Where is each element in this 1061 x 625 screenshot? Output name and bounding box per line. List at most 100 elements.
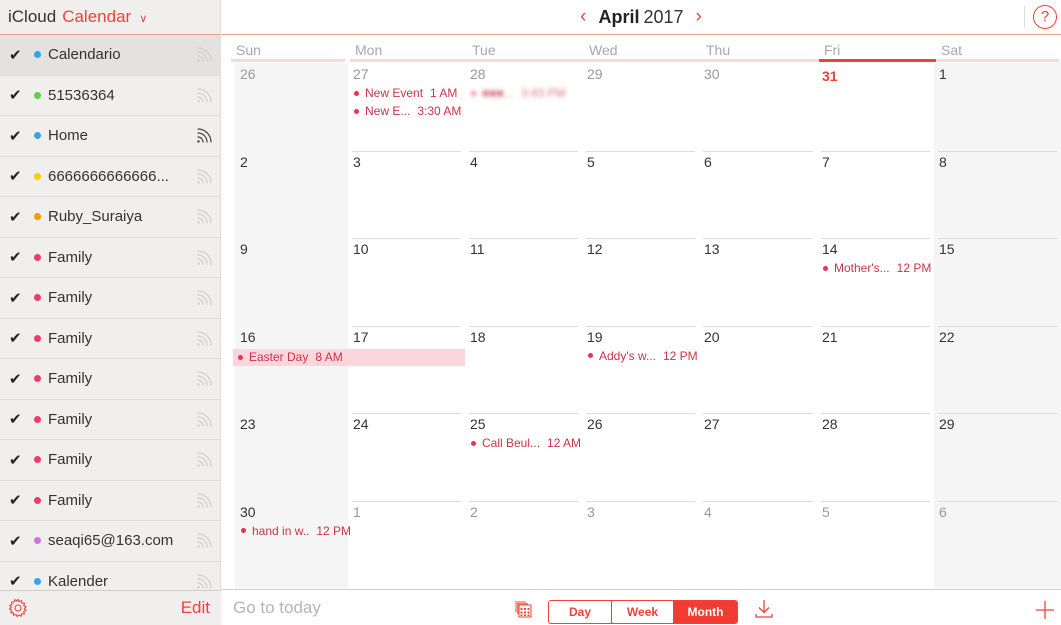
event-item[interactable]: Call Beul... 12 AM: [471, 436, 581, 450]
day-cell[interactable]: 25 Call Beul... 12 AM: [465, 413, 582, 501]
day-cell[interactable]: 6: [699, 150, 817, 239]
day-cell[interactable]: 7: [817, 150, 934, 239]
checkmark-icon[interactable]: ✔: [9, 248, 23, 266]
day-cell[interactable]: 20: [699, 325, 817, 414]
checkmark-icon[interactable]: ✔: [9, 86, 23, 104]
day-cell[interactable]: 6: [934, 500, 1061, 588]
day-cell[interactable]: 21: [817, 325, 934, 414]
day-cell[interactable]: 3: [348, 150, 465, 239]
share-icon[interactable]: [193, 531, 213, 551]
checkmark-icon[interactable]: ✔: [9, 289, 23, 307]
day-cell[interactable]: 30 hand in w.. 12 PM: [235, 500, 351, 588]
day-cell[interactable]: 28 ■■■... 3:43 PM: [465, 63, 582, 151]
checkmark-icon[interactable]: ✔: [9, 208, 23, 226]
checkmark-icon[interactable]: ✔: [9, 491, 23, 509]
day-cell[interactable]: 4: [465, 150, 582, 239]
day-cell[interactable]: 9: [235, 238, 348, 326]
calendar-item[interactable]: ✔ Home: [0, 116, 221, 157]
edit-button[interactable]: Edit: [181, 598, 210, 618]
day-cell[interactable]: 29: [582, 63, 699, 151]
share-icon[interactable]: [193, 248, 213, 268]
share-icon[interactable]: [193, 126, 213, 146]
share-icon[interactable]: [193, 329, 213, 349]
event-item[interactable]: Mother's... 12 PM: [823, 261, 931, 275]
share-icon[interactable]: [193, 207, 213, 227]
calendar-item[interactable]: ✔ Family: [0, 238, 221, 278]
checkmark-icon[interactable]: ✔: [9, 572, 23, 590]
checkmark-icon[interactable]: ✔: [9, 167, 23, 185]
share-icon[interactable]: [193, 572, 213, 591]
calendar-item[interactable]: ✔ Family: [0, 400, 221, 440]
day-cell[interactable]: 27 New Event 1 AM New E... 3:30 AM: [348, 63, 465, 151]
share-icon[interactable]: [193, 491, 213, 511]
calendar-item[interactable]: ✔ 6666666666666...: [0, 157, 221, 197]
day-cell[interactable]: 12: [582, 238, 699, 326]
app-title[interactable]: iCloud Calendar ∨: [0, 0, 220, 35]
day-cell[interactable]: 29: [934, 413, 1061, 501]
event-item[interactable]: ■■■... 3:43 PM: [471, 86, 565, 100]
day-cell[interactable]: 5: [582, 150, 699, 239]
share-icon[interactable]: [193, 450, 213, 470]
day-cell[interactable]: 10: [348, 238, 465, 326]
day-cell[interactable]: 24: [348, 413, 465, 501]
day-cell[interactable]: 30: [699, 63, 817, 151]
checkmark-icon[interactable]: ✔: [9, 370, 23, 388]
month-view-button[interactable]: Month: [674, 601, 737, 623]
checkmark-icon[interactable]: ✔: [9, 329, 23, 347]
day-cell[interactable]: 18: [465, 325, 582, 414]
calendar-item[interactable]: ✔ Family: [0, 319, 221, 359]
day-cell[interactable]: 22: [934, 325, 1061, 413]
week-view-button[interactable]: Week: [612, 601, 674, 623]
day-cell[interactable]: 17: [348, 325, 465, 414]
day-cell[interactable]: 26: [582, 413, 699, 501]
event-item[interactable]: hand in w.. 12 PM: [241, 524, 351, 538]
go-to-today-button[interactable]: Go to today: [233, 598, 321, 618]
add-event-icon[interactable]: [1035, 600, 1055, 620]
chevron-left-icon[interactable]: ‹: [568, 6, 598, 28]
gear-icon[interactable]: [8, 598, 28, 618]
multiday-event[interactable]: Easter Day 8 AM: [233, 348, 465, 366]
calendar-item[interactable]: ✔ Kalender: [0, 562, 221, 591]
day-cell[interactable]: 11: [465, 238, 582, 326]
day-cell[interactable]: 1: [934, 63, 1061, 151]
day-cell[interactable]: 26: [235, 63, 348, 151]
chevron-down-icon[interactable]: ∨: [139, 12, 147, 25]
event-item[interactable]: Addy's w... 12 PM: [588, 349, 698, 363]
calendar-item[interactable]: ✔ Calendario: [0, 35, 221, 76]
day-cell[interactable]: 28: [817, 413, 934, 501]
checkmark-icon[interactable]: ✔: [9, 410, 23, 428]
share-icon[interactable]: [193, 86, 213, 106]
checkmark-icon[interactable]: ✔: [9, 532, 23, 550]
event-item[interactable]: New Event 1 AM: [354, 86, 457, 100]
calendar-item[interactable]: ✔ seaqi65@163.com: [0, 521, 221, 562]
event-item[interactable]: New E... 3:30 AM: [354, 104, 461, 118]
day-cell[interactable]: 16: [235, 325, 348, 413]
calendar-item[interactable]: ✔ Family: [0, 278, 221, 319]
day-cell[interactable]: 2: [465, 500, 582, 589]
share-icon[interactable]: [193, 410, 213, 430]
share-icon[interactable]: [193, 288, 213, 308]
day-cell[interactable]: 15: [934, 238, 1061, 326]
share-icon[interactable]: [193, 45, 213, 65]
day-cell[interactable]: 4: [699, 500, 817, 589]
share-icon[interactable]: [193, 369, 213, 389]
calendar-item[interactable]: ✔ Family: [0, 481, 221, 521]
calendar-list-icon[interactable]: [514, 600, 532, 618]
day-cell[interactable]: 23: [235, 413, 348, 501]
chevron-right-icon[interactable]: ›: [684, 6, 714, 28]
day-cell[interactable]: 5: [817, 500, 934, 589]
calendar-item[interactable]: ✔ Ruby_Suraiya: [0, 197, 221, 238]
day-cell[interactable]: 14 Mother's... 12 PM: [817, 238, 934, 326]
help-icon[interactable]: ?: [1033, 5, 1057, 29]
day-cell[interactable]: 3: [582, 500, 699, 589]
share-icon[interactable]: [193, 167, 213, 187]
checkmark-icon[interactable]: ✔: [9, 451, 23, 469]
calendar-item[interactable]: ✔ Family: [0, 359, 221, 400]
calendar-item[interactable]: ✔ 51536364: [0, 76, 221, 116]
day-cell[interactable]: 27: [699, 413, 817, 501]
day-cell[interactable]: 1: [348, 500, 465, 589]
day-cell[interactable]: 13: [699, 238, 817, 326]
download-icon[interactable]: [754, 598, 774, 620]
day-cell[interactable]: 8: [934, 150, 1061, 238]
day-cell[interactable]: 2: [235, 150, 348, 238]
